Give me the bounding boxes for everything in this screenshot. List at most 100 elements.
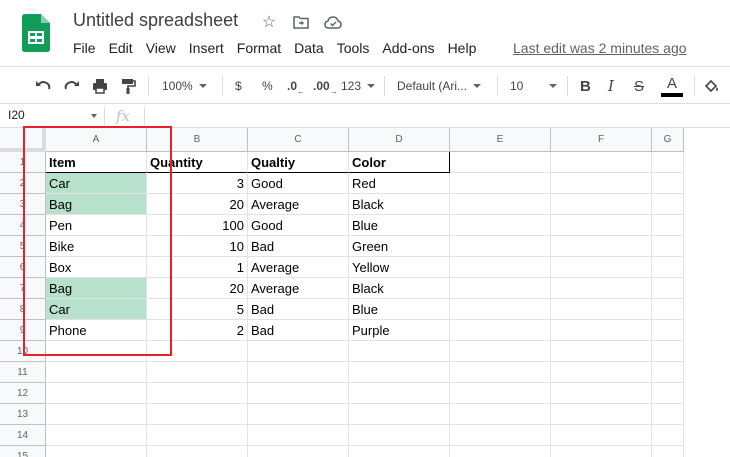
name-box[interactable]: I20 [8,108,25,122]
menu-help[interactable]: Help [448,40,477,56]
grid-cell[interactable] [46,425,147,446]
font-select[interactable]: Default (Ari... [397,67,481,105]
grid-cell[interactable] [652,341,684,362]
grid-cell[interactable] [450,299,551,320]
grid-cell[interactable]: Qualtiy [248,152,349,173]
grid-cell[interactable] [450,446,551,457]
grid-cell[interactable] [450,425,551,446]
grid-cell[interactable] [652,425,684,446]
grid-cell[interactable]: Black [349,278,450,299]
column-header[interactable]: A [46,128,147,152]
grid-cell[interactable]: Phone [46,320,147,341]
grid-cell[interactable]: Black [349,194,450,215]
row-header[interactable]: 12 [0,383,46,404]
row-header[interactable]: 14 [0,425,46,446]
grid-cell[interactable]: Good [248,173,349,194]
grid-cell[interactable] [248,362,349,383]
grid-cell[interactable] [551,152,652,173]
grid-cell[interactable] [450,362,551,383]
zoom-select[interactable]: 100% [162,67,207,105]
document-title[interactable]: Untitled spreadsheet [73,10,238,31]
grid-cell[interactable]: Bike [46,236,147,257]
grid-cell[interactable]: Yellow [349,257,450,278]
grid-cell[interactable] [349,425,450,446]
row-header[interactable]: 3 [0,194,46,215]
grid-cell[interactable] [652,446,684,457]
row-header[interactable]: 1 [0,152,46,173]
grid-cell[interactable] [551,278,652,299]
grid-cell[interactable] [652,194,684,215]
font-size-select[interactable]: 10 [510,67,557,105]
grid-cell[interactable] [46,383,147,404]
grid-cell[interactable]: Item [46,152,147,173]
row-header[interactable]: 4 [0,215,46,236]
grid-cell[interactable]: Green [349,236,450,257]
grid-cell[interactable] [248,341,349,362]
italic-button[interactable]: I [608,67,614,105]
grid-cell[interactable] [551,194,652,215]
grid-cell[interactable]: 100 [147,215,248,236]
grid-cell[interactable] [147,383,248,404]
grid-cell[interactable] [450,341,551,362]
grid-cell[interactable] [551,299,652,320]
grid-cell[interactable]: Bag [46,194,147,215]
grid-cell[interactable] [652,383,684,404]
percent-button[interactable]: % [262,67,273,105]
grid-cell[interactable] [551,257,652,278]
grid-cell[interactable] [450,320,551,341]
grid-cell[interactable]: Red [349,173,450,194]
grid-cell[interactable] [147,404,248,425]
grid-cell[interactable] [450,278,551,299]
grid-cell[interactable] [450,215,551,236]
grid-cell[interactable] [551,320,652,341]
grid-cell[interactable]: 20 [147,194,248,215]
grid-cell[interactable]: Blue [349,215,450,236]
text-color-button[interactable]: A [661,67,683,105]
grid-cell[interactable] [349,341,450,362]
undo-icon[interactable] [34,67,52,105]
grid-cell[interactable] [652,362,684,383]
grid-cell[interactable] [450,173,551,194]
grid-cell[interactable] [652,173,684,194]
row-header[interactable]: 11 [0,362,46,383]
grid-cell[interactable]: Good [248,215,349,236]
row-header[interactable]: 6 [0,257,46,278]
row-header[interactable]: 13 [0,404,46,425]
grid-cell[interactable]: 5 [147,299,248,320]
grid-cell[interactable] [551,425,652,446]
grid-cell[interactable] [349,404,450,425]
menu-data[interactable]: Data [294,40,324,56]
grid-cell[interactable] [652,215,684,236]
menu-format[interactable]: Format [237,40,281,56]
row-header[interactable]: 5 [0,236,46,257]
grid-cell[interactable] [46,341,147,362]
print-icon[interactable] [91,67,109,105]
bold-button[interactable]: B [580,67,591,105]
grid-cell[interactable] [551,404,652,425]
sheets-logo-icon[interactable] [22,14,50,52]
grid-cell[interactable] [652,152,684,173]
grid-cell[interactable]: Purple [349,320,450,341]
name-box-dropdown-icon[interactable] [91,114,97,118]
column-header[interactable]: E [450,128,551,152]
column-header[interactable]: G [652,128,684,152]
row-header[interactable]: 15 [0,446,46,457]
grid-cell[interactable] [248,404,349,425]
redo-icon[interactable] [63,67,81,105]
grid-cell[interactable]: Bad [248,236,349,257]
grid-cell[interactable]: Pen [46,215,147,236]
grid-cell[interactable] [450,404,551,425]
grid-cell[interactable] [652,278,684,299]
grid-cell[interactable]: Average [248,257,349,278]
grid-cell[interactable] [652,257,684,278]
grid-cell[interactable]: Car [46,299,147,320]
grid-cell[interactable] [46,446,147,457]
menu-edit[interactable]: Edit [109,40,133,56]
grid-cell[interactable] [450,383,551,404]
grid-cell[interactable] [551,446,652,457]
menu-file[interactable]: File [73,40,96,56]
grid-cell[interactable]: Quantity [147,152,248,173]
grid-cell[interactable]: Average [248,194,349,215]
grid-cell[interactable] [551,215,652,236]
grid-cell[interactable] [450,152,551,173]
